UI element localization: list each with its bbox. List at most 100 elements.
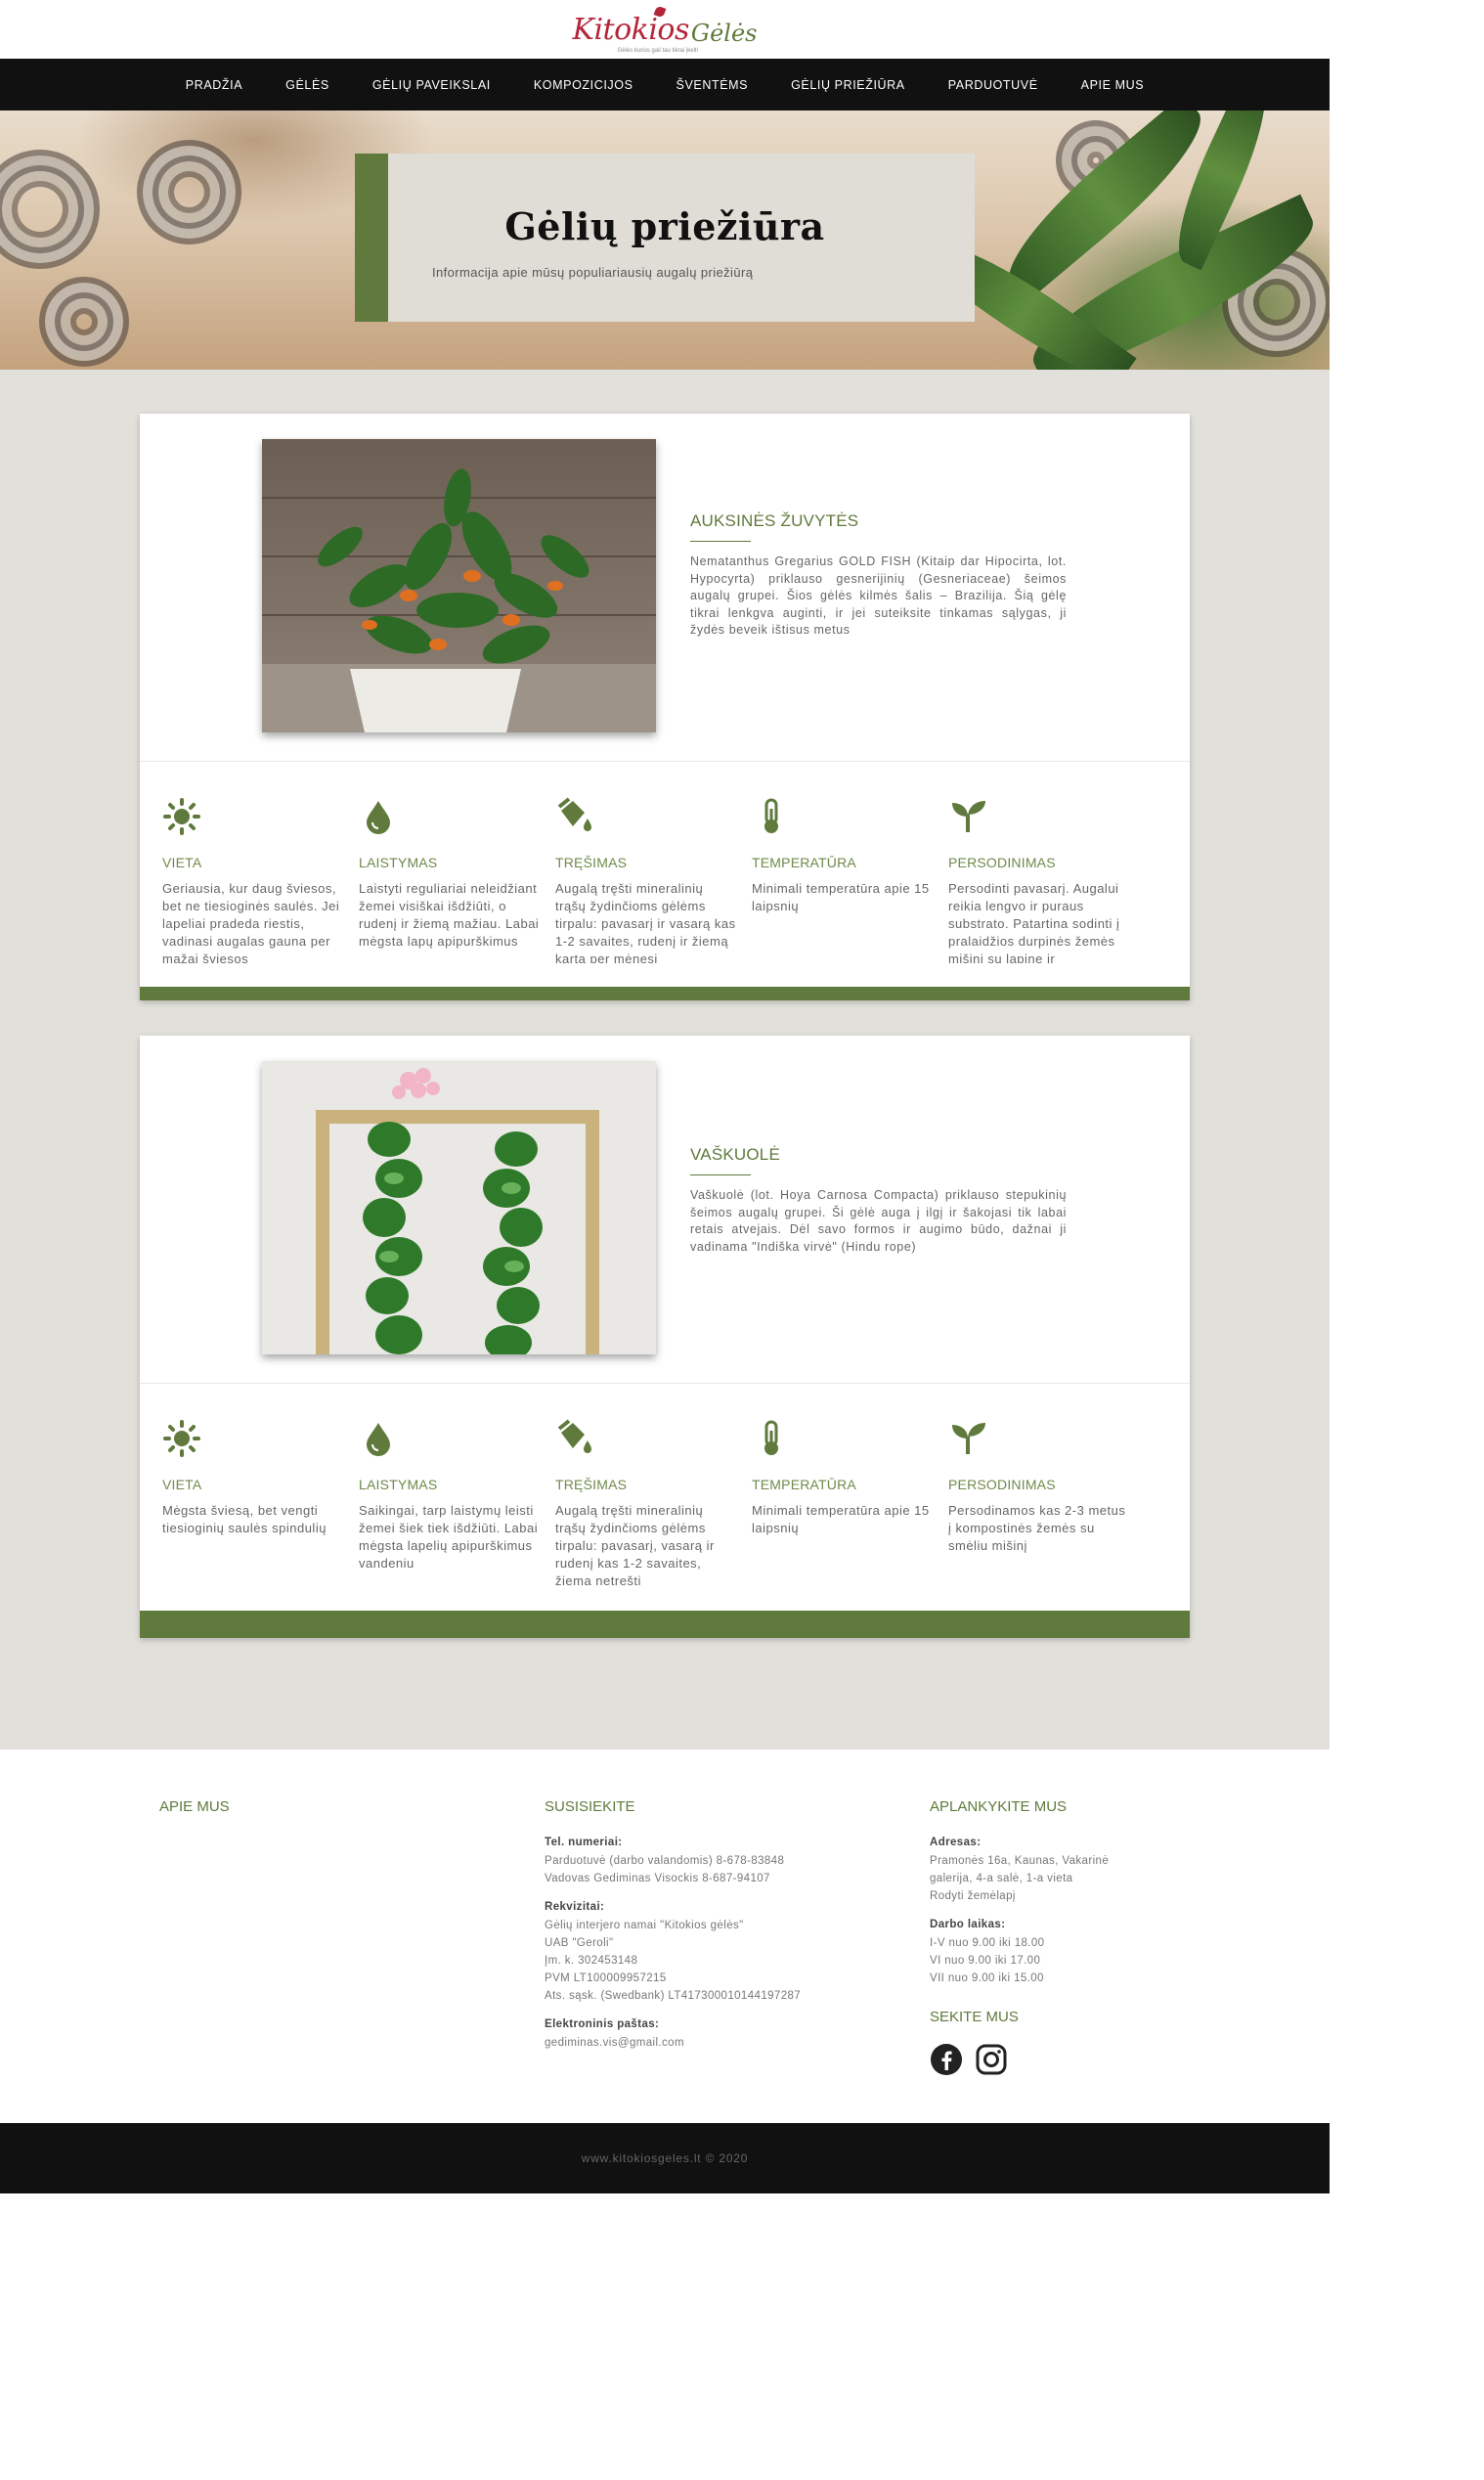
page: Kitokios Gėlės Gėlės kurios gali tau tik…: [0, 0, 1330, 2193]
footer: APIE MUS SUSISIEKITE Tel. numeriai: Pard…: [0, 1749, 1330, 2123]
card-accent-bar: [140, 987, 1190, 1000]
title-underline: [690, 1174, 751, 1175]
logo-text-1: Kitokios: [572, 12, 690, 47]
care-label: VIETA: [162, 1477, 202, 1492]
care-item-temperatura: TEMPERATŪRA Minimali temperatūra apie 15…: [752, 797, 934, 963]
visit-hours: Darbo laikas: I-V nuo 9.00 iki 18.00 VI …: [930, 1919, 1155, 1987]
sun-icon: [163, 798, 200, 835]
nav-item-geliu-paveikslai[interactable]: GĖLIŲ PAVEIKSLAI: [372, 78, 491, 92]
plant-photo-goldfish: [262, 439, 656, 732]
care-text: Persodinti pavasarį. Augalui reikia leng…: [948, 881, 1120, 963]
thermometer-icon: [764, 798, 778, 833]
page-title: Gėlių priežiūra: [504, 204, 825, 248]
footer-about: APIE MUS: [159, 1798, 404, 1837]
social-links: [930, 2043, 1155, 2076]
plant-description-block: VAŠKUOLĖ Vaškuolė (lot. Hoya Carnosa Com…: [690, 1145, 1067, 1256]
sprout-icon: [952, 1423, 985, 1454]
nav-item-geles[interactable]: GĖLĖS: [285, 78, 329, 92]
nav-item-kompozicijos[interactable]: KOMPOZICIJOS: [534, 78, 633, 92]
care-text: Laistyti reguliariai neleidžiant žemei v…: [359, 881, 540, 949]
plant-card-header: AUKSINĖS ŽUVYTĖS Nematanthus Gregarius G…: [140, 414, 1190, 762]
main-nav: PRADŽIA GĖLĖS GĖLIŲ PAVEIKSLAI KOMPOZICI…: [0, 59, 1330, 111]
care-label: TEMPERATŪRA: [752, 1477, 856, 1492]
plant-description-block: AUKSINĖS ŽUVYTĖS Nematanthus Gregarius G…: [690, 511, 1067, 640]
card-accent-bar: [140, 1611, 1190, 1638]
copyright-text: www.kitokiosgeles.lt © 2020: [581, 2151, 749, 2165]
contact-details: Rekvizitai: Gėlių interjero namai "Kitok…: [545, 1901, 867, 2005]
care-label: PERSODINIMAS: [948, 855, 1056, 870]
care-text: Saikingai, tarp laistymų leisti žemei ši…: [359, 1503, 539, 1571]
plant-description: Vaškuolė (lot. Hoya Carnosa Compacta) pr…: [690, 1188, 1067, 1254]
plant-card: VAŠKUOLĖ Vaškuolė (lot. Hoya Carnosa Com…: [140, 1036, 1190, 1638]
care-label: LAISTYMAS: [359, 855, 438, 870]
nav-item-sventems[interactable]: ŠVENTĖMS: [677, 78, 749, 92]
care-item-tresimas: TRĘŠIMAS Augalą tręšti mineralinių trąšų…: [555, 797, 737, 963]
address-value: Pramonės 16a, Kaunas, Vakarinė galerija,…: [930, 1855, 1110, 1884]
footer-heading: APLANKYKITE MUS: [930, 1798, 1068, 1815]
footer-heading: SUSISIEKITE: [545, 1798, 635, 1815]
main-content: AUKSINĖS ŽUVYTĖS Nematanthus Gregarius G…: [0, 370, 1330, 1749]
care-item-temperatura: TEMPERATŪRA Minimali temperatūra apie 15…: [752, 1419, 934, 1585]
plant-card-header: VAŠKUOLĖ Vaškuolė (lot. Hoya Carnosa Com…: [140, 1036, 1190, 1384]
visit-address: Adresas: Pramonės 16a, Kaunas, Vakarinė …: [930, 1837, 1155, 1905]
logo[interactable]: Kitokios Gėlės Gėlės kurios gali tau tik…: [572, 5, 758, 54]
care-label: TRĘŠIMAS: [555, 1477, 628, 1492]
fertilizer-icon: [557, 1419, 591, 1453]
plant-title: VAŠKUOLĖ: [690, 1145, 780, 1164]
footer-heading: APIE MUS: [159, 1798, 230, 1815]
nav-item-pradzia[interactable]: PRADŽIA: [186, 78, 242, 92]
care-item-laistymas: LAISTYMAS Saikingai, tarp laistymų leist…: [359, 1419, 541, 1585]
email-link[interactable]: gediminas.vis@gmail.com: [545, 2034, 867, 2052]
hero-decor-spiral: [0, 150, 100, 269]
details-value: Gėlių interjero namai "Kitokios gėlės" U…: [545, 1920, 802, 2002]
water-drop-icon: [367, 1423, 390, 1456]
fertilizer-icon: [557, 797, 591, 831]
footer-visit: APLANKYKITE MUS Adresas: Pramonės 16a, K…: [930, 1798, 1155, 2076]
contact-email: Elektroninis paštas: gediminas.vis@gmail…: [545, 2018, 867, 2052]
map-link[interactable]: Rodyti žemėlapį: [930, 1887, 1155, 1905]
care-label: TEMPERATŪRA: [752, 855, 856, 870]
label: Tel. numeriai:: [545, 1837, 623, 1848]
care-text: Geriausia, kur daug šviesos, bet ne ties…: [162, 881, 340, 963]
logo-tagline: Gėlės kurios gali tau tikrai įkelti: [617, 47, 698, 54]
care-text: Augalą tręšti mineralinių trąšų žydinčio…: [555, 881, 736, 963]
plant-photo-hoya: [262, 1061, 656, 1354]
care-item-vieta: VIETA Mėgsta šviesą, bet vengti tiesiogi…: [162, 1419, 344, 1585]
care-item-vieta: VIETA Geriausia, kur daug šviesos, bet n…: [162, 797, 344, 963]
instagram-icon[interactable]: [975, 2043, 1008, 2076]
plant-title: AUKSINĖS ŽUVYTĖS: [690, 511, 859, 530]
label: Elektroninis paštas:: [545, 2018, 660, 2030]
care-label: LAISTYMAS: [359, 1477, 438, 1492]
care-item-persodinimas: PERSODINIMAS Persodinamos kas 2-3 metus …: [948, 1419, 1130, 1585]
care-text: Augalą tręšti mineralinių trąšų žydinčio…: [555, 1503, 715, 1585]
nav-item-geliu-prieziura[interactable]: GĖLIŲ PRIEŽIŪRA: [791, 78, 905, 92]
care-label: TRĘŠIMAS: [555, 855, 628, 870]
copyright-bar: www.kitokiosgeles.lt © 2020: [0, 2123, 1330, 2193]
footer-heading: SEKITE MUS: [930, 2009, 1019, 2025]
water-drop-icon: [367, 801, 390, 834]
hero-decor-spiral: [39, 277, 129, 367]
care-item-tresimas: TRĘŠIMAS Augalą tręšti mineralinių trąšų…: [555, 1419, 737, 1585]
plant-description: Nematanthus Gregarius GOLD FISH (Kitaip …: [690, 554, 1067, 637]
label: Adresas:: [930, 1837, 982, 1848]
logo-text-2: Gėlės: [690, 19, 758, 47]
label: Rekvizitai:: [545, 1901, 605, 1913]
care-text: Minimali temperatūra apie 15 laipsnių: [752, 1503, 930, 1535]
hero-banner: Gėlių priežiūra Informacija apie mūsų po…: [0, 111, 1330, 370]
nav-item-parduotuve[interactable]: PARDUOTUVĖ: [948, 78, 1038, 92]
facebook-icon[interactable]: [930, 2043, 963, 2076]
nav-item-apie-mus[interactable]: APIE MUS: [1081, 78, 1145, 92]
care-label: PERSODINIMAS: [948, 1477, 1056, 1492]
hero-title-box: Gėlių priežiūra Informacija apie mūsų po…: [355, 154, 975, 322]
care-text: Persodinamos kas 2-3 metus į kompostinės…: [948, 1503, 1126, 1553]
page-subtitle: Informacija apie mūsų populiariausių aug…: [432, 265, 754, 280]
care-text: Mėgsta šviesą, bet vengti tiesioginių sa…: [162, 1503, 327, 1535]
thermometer-icon: [764, 1420, 778, 1455]
sprout-icon: [952, 801, 985, 832]
care-text: Minimali temperatūra apie 15 laipsnių: [752, 881, 930, 913]
sun-icon: [163, 1420, 200, 1457]
contact-phones: Tel. numeriai: Parduotuvė (darbo valando…: [545, 1837, 867, 1887]
hero-decor-spiral: [137, 140, 241, 244]
footer-contact: SUSISIEKITE Tel. numeriai: Parduotuvė (d…: [545, 1798, 867, 2065]
plant-card: AUKSINĖS ŽUVYTĖS Nematanthus Gregarius G…: [140, 414, 1190, 1000]
